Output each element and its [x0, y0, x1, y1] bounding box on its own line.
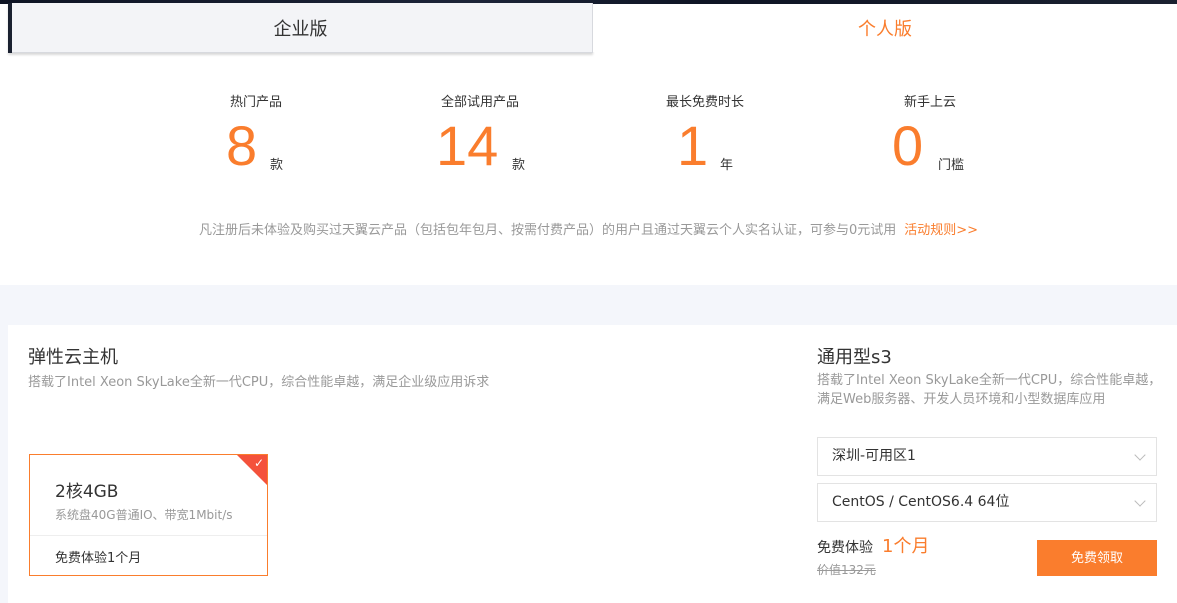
- config-desc: 搭载了Intel Xeon SkyLake全新一代CPU，综合性能卓越，满足We…: [817, 373, 1162, 407]
- spec-detail: 系统盘40G普通IO、带宽1Mbit/s: [55, 508, 233, 522]
- product-card: 弹性云主机 搭载了Intel Xeon SkyLake全新一代CPU，综合性能卓…: [8, 325, 1177, 603]
- product-desc: 搭载了Intel Xeon SkyLake全新一代CPU，综合性能卓越，满足企业…: [28, 375, 490, 390]
- tab-enterprise[interactable]: 企业版: [8, 3, 593, 53]
- activity-rules-link[interactable]: 活动规则>>: [904, 223, 978, 238]
- stat-hot-products: 热门产品 8 款: [156, 94, 356, 184]
- stat-label: 新手上云: [903, 95, 956, 110]
- tab-personal-label: 个人版: [858, 19, 912, 40]
- stat-number: 14: [436, 114, 499, 177]
- original-price: 价值132元: [817, 563, 876, 577]
- spec-trial: 免费体验1个月: [55, 551, 142, 566]
- stat-newbie-cloud: 新手上云 0 门槛: [830, 94, 1030, 184]
- stat-label: 最长免费时长: [665, 95, 744, 110]
- os-value: CentOS / CentOS6.4 64位: [832, 494, 1010, 510]
- tab-personal[interactable]: 个人版: [593, 4, 1177, 52]
- stat-label: 热门产品: [229, 95, 282, 110]
- spec-name: 2核4GB: [55, 482, 119, 502]
- stat-unit: 年: [720, 158, 734, 173]
- tab-enterprise-label: 企业版: [273, 18, 328, 40]
- stat-number: 1: [677, 114, 709, 177]
- stat-all-trial-products: 全部试用产品 14 款: [380, 94, 580, 184]
- price-label: 免费体验: [817, 540, 873, 556]
- claim-free-button[interactable]: 免费领取: [1037, 540, 1157, 576]
- top-section: 企业版 个人版 热门产品 8 款 全部试用产品 14 款 最长免费时长 1 年 …: [0, 0, 1177, 285]
- stat-unit: 款: [270, 158, 284, 173]
- notice-body: 凡注册后未体验及购买过天翼云产品（包括包年包月、按需付费产品）的用户且通过天翼云…: [198, 223, 897, 238]
- stat-unit: 门槛: [938, 158, 965, 173]
- os-select[interactable]: CentOS / CentOS6.4 64位: [817, 483, 1157, 522]
- stat-unit: 款: [512, 158, 526, 173]
- price-value: 1个月: [882, 536, 930, 557]
- chevron-down-icon: [1134, 449, 1146, 461]
- notice-text: 凡注册后未体验及购买过天翼云产品（包括包年包月、按需付费产品）的用户且通过天翼云…: [0, 222, 1177, 240]
- product-title: 弹性云主机: [28, 347, 118, 368]
- config-title: 通用型s3: [817, 347, 892, 368]
- region-select[interactable]: 深圳-可用区1: [817, 437, 1157, 476]
- divider: [30, 535, 267, 536]
- stat-label: 全部试用产品: [440, 95, 519, 110]
- spec-option-2c4g[interactable]: ✓ 2核4GB 系统盘40G普通IO、带宽1Mbit/s 免费体验1个月: [29, 454, 268, 576]
- stat-max-free-duration: 最长免费时长 1 年: [605, 94, 805, 184]
- region-value: 深圳-可用区1: [832, 448, 916, 464]
- stat-number: 8: [226, 114, 258, 177]
- chevron-down-icon: [1134, 495, 1146, 507]
- stat-number: 0: [892, 114, 924, 177]
- check-icon: ✓: [253, 456, 264, 470]
